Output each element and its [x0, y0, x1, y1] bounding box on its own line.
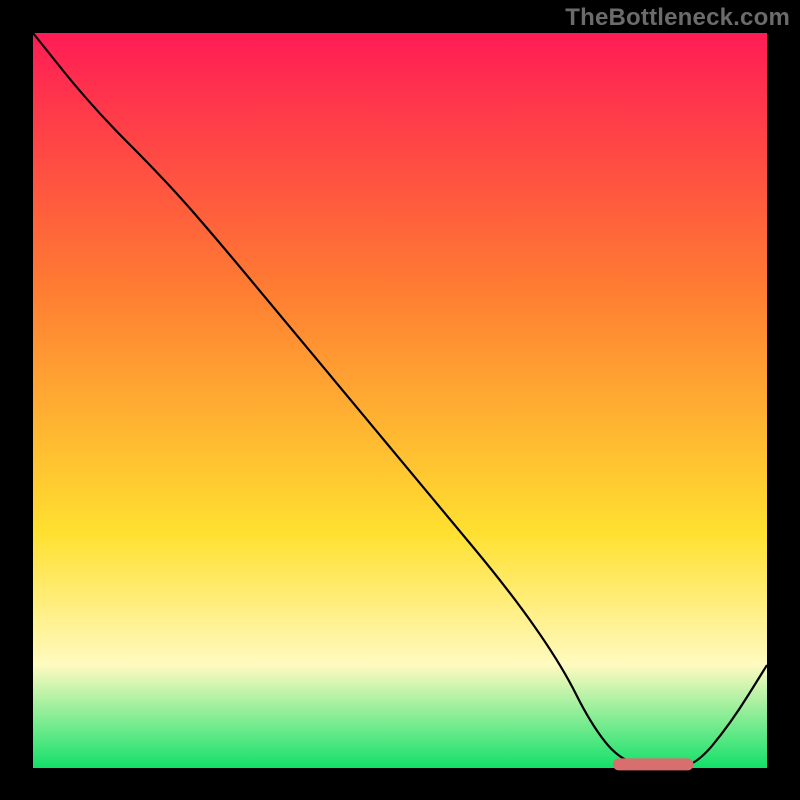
plot-background [33, 33, 767, 768]
bottleneck-chart [0, 0, 800, 800]
watermark-text: TheBottleneck.com [565, 4, 790, 32]
optimum-marker [613, 758, 694, 770]
chart-frame: TheBottleneck.com [0, 0, 800, 800]
